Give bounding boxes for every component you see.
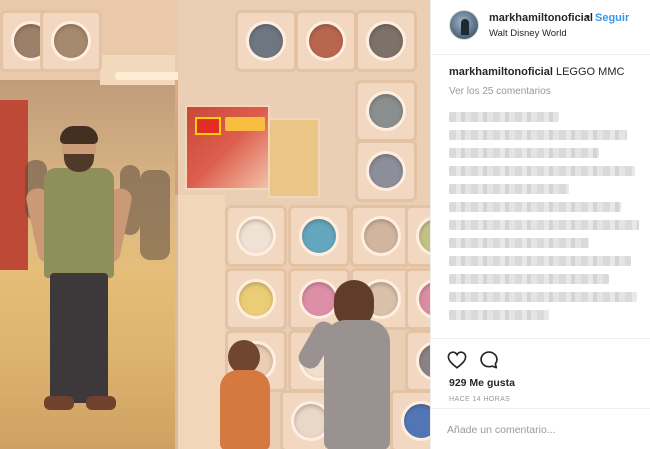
like-count[interactable]: 929 Me gusta: [449, 377, 515, 389]
blurred-comment-line: [449, 310, 549, 320]
add-comment-input[interactable]: [447, 421, 637, 439]
post-header: markhamiltonoficial • Seguir Walt Disney…: [431, 0, 650, 55]
comment-icon[interactable]: [479, 350, 499, 370]
post-caption: markhamiltonoficial LEGGO MMC: [449, 66, 624, 78]
blurred-comment-line: [449, 202, 621, 212]
profile-avatar[interactable]: [449, 10, 479, 40]
header-username[interactable]: markhamiltonoficial: [489, 12, 593, 24]
blurred-comment-line: [449, 292, 637, 302]
blurred-comment-line: [449, 112, 559, 122]
follow-button[interactable]: Seguir: [595, 12, 629, 24]
blurred-comment-line: [449, 166, 635, 176]
action-bar: [431, 338, 650, 378]
blurred-comments: [449, 106, 645, 332]
view-all-comments-link[interactable]: Ver los 25 comentarios: [449, 86, 551, 97]
blurred-comment-line: [449, 220, 639, 230]
blurred-comment-line: [449, 256, 631, 266]
post-timestamp[interactable]: HACE 14 HORAS: [449, 396, 510, 403]
heart-icon[interactable]: [447, 351, 467, 369]
separator-dot: •: [586, 11, 590, 23]
blurred-comment-line: [449, 274, 609, 284]
add-comment-section: [431, 408, 650, 449]
blurred-comment-line: [449, 238, 589, 248]
blurred-comment-line: [449, 184, 569, 194]
photo-filter-overlay: [0, 0, 430, 449]
post-sidebar: markhamiltonoficial • Seguir Walt Disney…: [430, 0, 650, 449]
location-link[interactable]: Walt Disney World: [489, 28, 567, 39]
blurred-comment-line: [449, 130, 627, 140]
blurred-comment-line: [449, 148, 599, 158]
caption-text: LEGGO MMC: [552, 66, 625, 78]
post-photo[interactable]: [0, 0, 430, 449]
caption-username[interactable]: markhamiltonoficial: [449, 66, 553, 78]
